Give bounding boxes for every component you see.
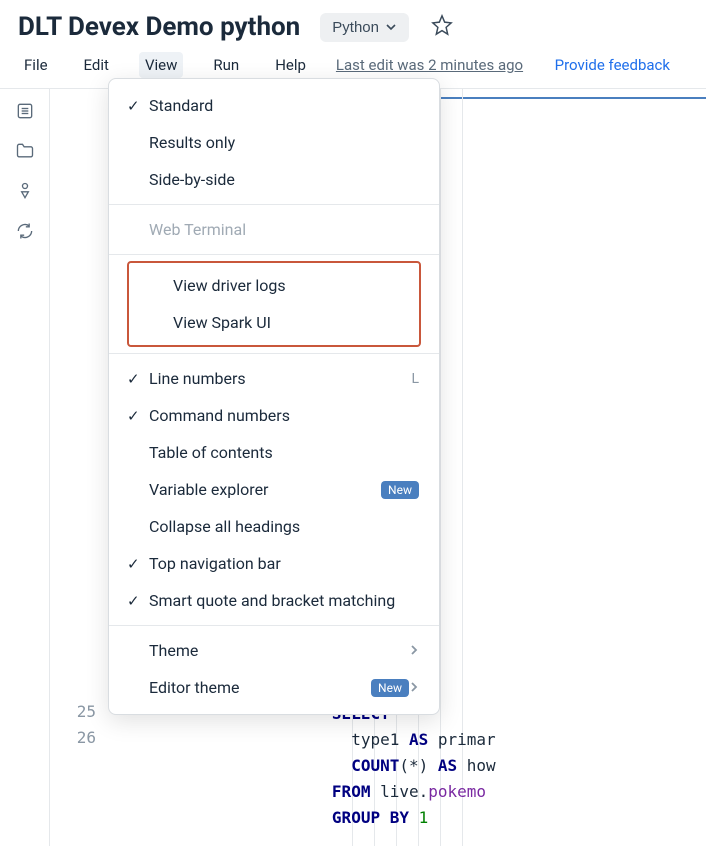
menu-separator	[109, 204, 439, 205]
shapes-icon[interactable]	[15, 181, 35, 201]
menu-view-driver-logs[interactable]: View driver logs	[129, 267, 419, 304]
chevron-right-icon	[409, 641, 419, 660]
menu-web-terminal: Web Terminal	[109, 211, 439, 248]
view-menu-dropdown: ✓ Standard Results only Side-by-side Web…	[108, 78, 440, 715]
check-icon: ✓	[127, 407, 149, 425]
menu-smart-quote[interactable]: ✓ Smart quote and bracket matching	[109, 582, 439, 619]
menu-side-by-side[interactable]: Side-by-side	[109, 161, 439, 198]
star-icon[interactable]	[431, 14, 453, 41]
notebook-header: DLT Devex Demo python Python File Edit V…	[0, 0, 706, 88]
menu-help[interactable]: Help	[269, 52, 312, 78]
menu-command-numbers[interactable]: ✓ Command numbers	[109, 397, 439, 434]
menu-separator	[109, 353, 439, 354]
menu-separator	[109, 625, 439, 626]
menu-editor-theme[interactable]: Editor theme New	[109, 669, 439, 706]
highlighted-group: View driver logs View Spark UI	[127, 261, 421, 347]
title-row: DLT Devex Demo python Python	[18, 12, 688, 42]
menu-collapse-headings[interactable]: Collapse all headings	[109, 508, 439, 545]
chevron-right-icon	[409, 678, 419, 697]
new-badge: New	[371, 679, 409, 697]
menu-view[interactable]: View	[139, 52, 183, 78]
menu-separator	[109, 254, 439, 255]
menu-line-numbers[interactable]: ✓ Line numbers L	[109, 360, 439, 397]
menu-table-of-contents[interactable]: Table of contents	[109, 434, 439, 471]
menu-theme[interactable]: Theme	[109, 632, 439, 669]
language-label: Python	[332, 19, 379, 36]
menu-variable-explorer[interactable]: Variable explorer New	[109, 471, 439, 508]
menu-standard[interactable]: ✓ Standard	[109, 87, 439, 124]
new-badge: New	[381, 481, 419, 499]
menu-run[interactable]: Run	[207, 52, 245, 78]
menu-edit[interactable]: Edit	[78, 52, 115, 78]
last-edit-link[interactable]: Last edit was 2 minutes ago	[336, 56, 523, 74]
refresh-icon[interactable]	[15, 221, 35, 241]
menu-top-nav-bar[interactable]: ✓ Top navigation bar	[109, 545, 439, 582]
list-icon[interactable]	[15, 101, 35, 121]
check-icon: ✓	[127, 97, 149, 115]
notebook-title[interactable]: DLT Devex Demo python	[18, 12, 300, 42]
menu-view-spark-ui[interactable]: View Spark UI	[129, 304, 419, 341]
chevron-down-icon	[385, 21, 397, 33]
menu-file[interactable]: File	[18, 52, 54, 78]
menu-results-only[interactable]: Results only	[109, 124, 439, 161]
check-icon: ✓	[127, 555, 149, 573]
provide-feedback-link[interactable]: Provide feedback	[555, 56, 688, 74]
folder-icon[interactable]	[15, 141, 35, 161]
side-rail	[0, 89, 50, 846]
check-icon: ✓	[127, 592, 149, 610]
check-icon: ✓	[127, 370, 149, 388]
line-gutter: 25 26	[50, 699, 110, 751]
language-selector[interactable]: Python	[320, 13, 409, 42]
